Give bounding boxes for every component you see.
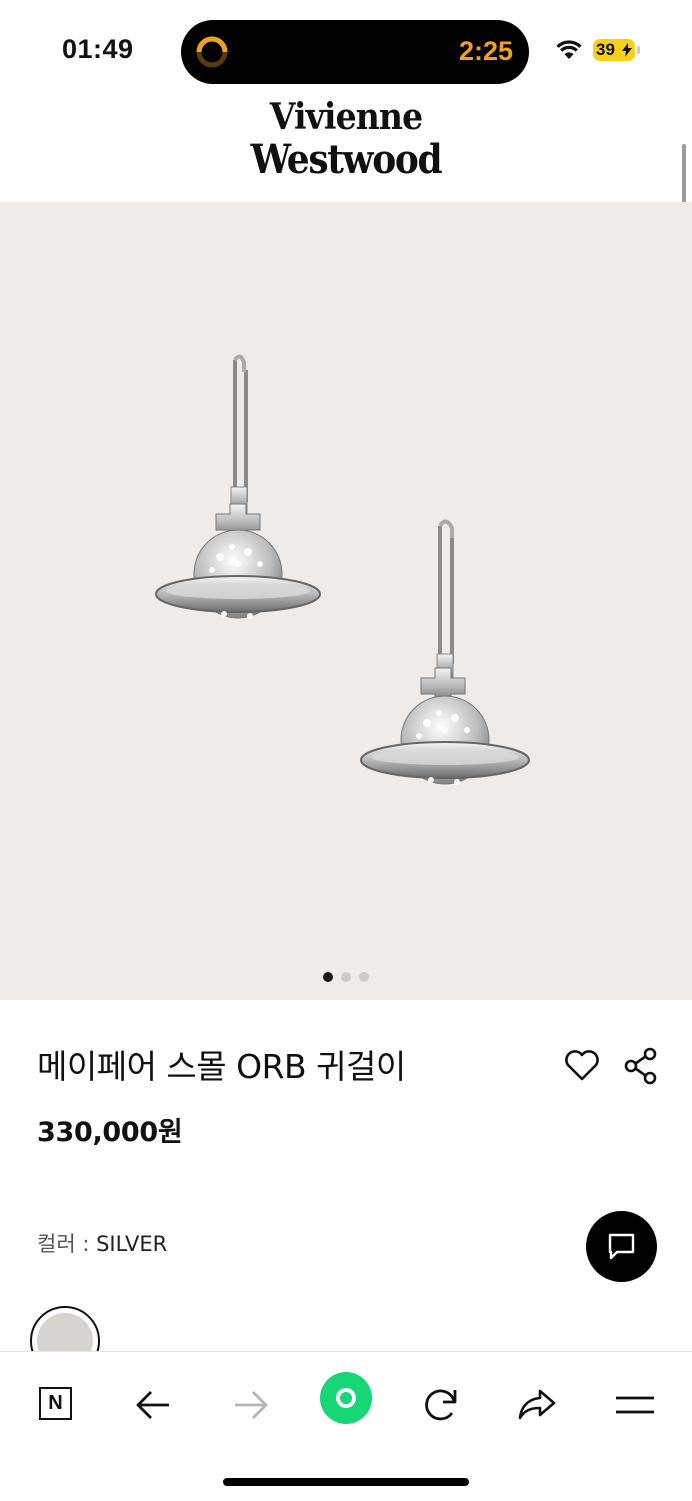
green-dot-button[interactable] xyxy=(320,1372,372,1424)
green-dot-ring xyxy=(336,1388,356,1408)
carousel-dot[interactable] xyxy=(323,972,333,982)
battery-icon: 39 xyxy=(593,39,635,61)
carousel-indicator xyxy=(0,967,692,986)
product-price: 330,000원 xyxy=(37,1117,183,1148)
product-title: 메이페어 스몰 ORB 귀걸이 xyxy=(37,1047,406,1086)
color-value: SILVER xyxy=(96,1232,168,1256)
carousel-dot[interactable] xyxy=(359,972,369,982)
chat-icon xyxy=(608,1233,635,1260)
brand-logo-line1: Vivienne xyxy=(269,96,423,138)
naver-home-button[interactable]: N xyxy=(30,1378,84,1432)
green-dot-core xyxy=(340,1392,352,1404)
menu-icon[interactable] xyxy=(608,1378,662,1432)
brand-header[interactable]: Vivienne Westwood xyxy=(0,96,692,202)
clock: 01:49 xyxy=(62,34,134,64)
brand-logo-line2: Westwood xyxy=(250,136,443,183)
forward-arrow-icon[interactable] xyxy=(223,1378,277,1432)
back-arrow-icon[interactable] xyxy=(127,1378,181,1432)
share-arrow-icon[interactable] xyxy=(510,1378,564,1432)
earring-right xyxy=(360,519,530,785)
status-bar: 01:49 2:25 39 xyxy=(0,0,692,100)
dynamic-island[interactable]: 2:25 xyxy=(181,20,529,84)
wifi-icon xyxy=(556,40,582,59)
timer-icon xyxy=(196,36,228,68)
product-image xyxy=(155,354,530,785)
battery-level: 39 xyxy=(596,40,615,59)
charging-bolt-icon xyxy=(622,43,632,57)
color-label-key: 컬러 xyxy=(37,1232,76,1256)
product-image-carousel[interactable] xyxy=(0,202,692,1000)
earring-left xyxy=(155,354,321,619)
timer-text: 2:25 xyxy=(458,36,513,66)
color-label: 컬러 : SILVER xyxy=(37,1232,168,1256)
heart-icon[interactable] xyxy=(563,1046,601,1084)
carousel-dot[interactable] xyxy=(341,972,351,982)
browser-toolbar: N xyxy=(0,1351,692,1501)
share-icon[interactable] xyxy=(622,1046,660,1086)
naver-logo-icon: N xyxy=(39,1387,72,1420)
home-indicator xyxy=(223,1478,469,1486)
battery-tip xyxy=(637,46,640,54)
chat-button[interactable] xyxy=(586,1211,657,1282)
reload-icon[interactable] xyxy=(414,1378,468,1432)
